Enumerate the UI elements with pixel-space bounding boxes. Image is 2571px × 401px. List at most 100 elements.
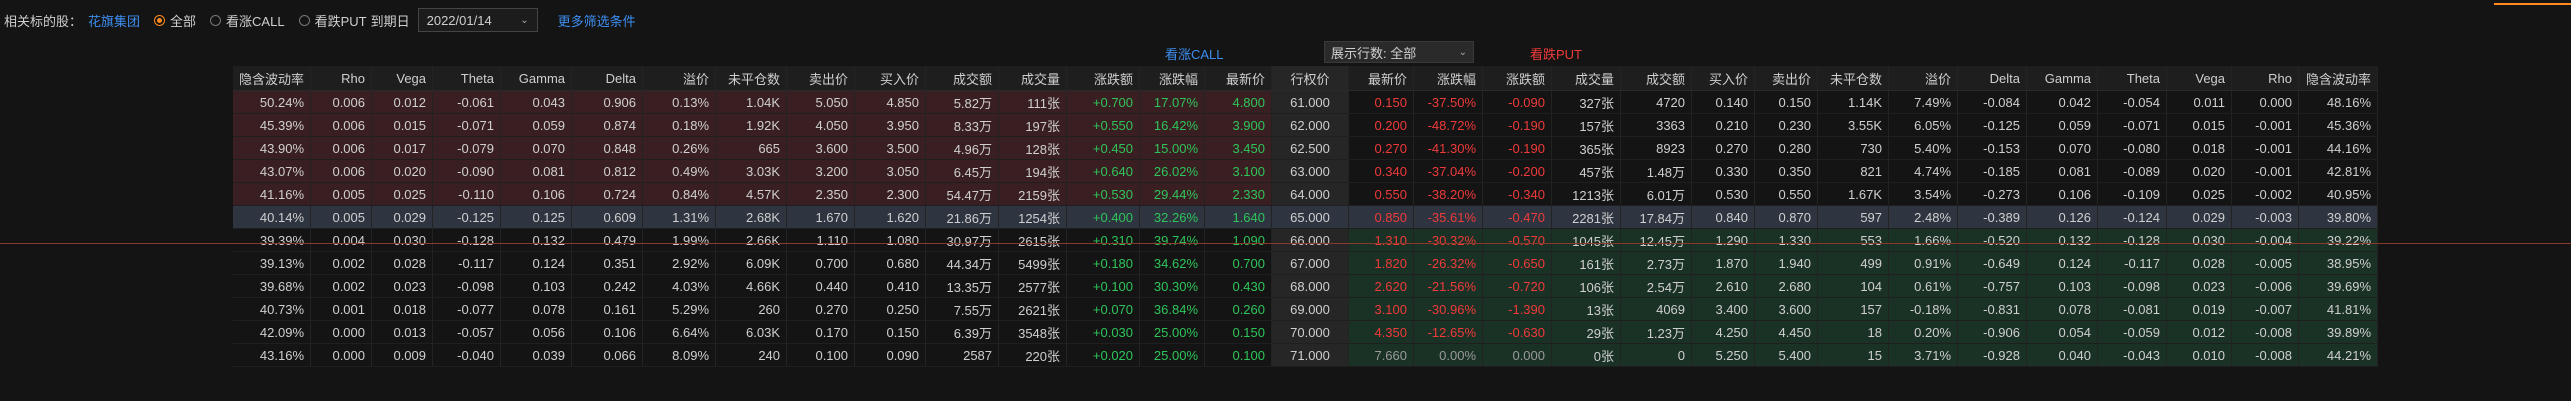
put-cell: -0.084 [1957,90,2028,114]
call-cell: -0.098 [432,274,502,298]
column-header[interactable]: 未平仓数 [1817,66,1890,91]
underlying-link[interactable]: 花旗集团 [88,11,140,30]
column-header[interactable]: 买入价 [1691,66,1756,91]
column-header[interactable]: 隐含波动率 [2298,66,2379,91]
call-cell: 3.100 [1204,159,1273,183]
column-header[interactable]: 成交量 [1551,66,1622,91]
put-cell: 0.070 [2026,136,2099,160]
put-cell: 39.69% [2298,274,2379,298]
call-cell: 32.26% [1139,205,1206,229]
put-cell: -0.906 [1957,320,2028,344]
column-header[interactable]: 涨跌额 [1066,66,1141,91]
column-header[interactable]: Delta [1957,66,2028,91]
column-header[interactable]: 涨跌额 [1482,66,1553,91]
column-header[interactable]: Gamma [2026,66,2099,91]
table-row[interactable]: 40.73% 0.001 0.018 -0.077 0.078 0.161 5.29% 260… [233,297,2379,321]
column-header[interactable]: 买入价 [854,66,927,91]
put-cell: 0.550 [1348,182,1415,206]
column-header[interactable]: Rho [2231,66,2300,91]
column-header[interactable]: 卖出价 [786,66,856,91]
call-cell: 0.028 [371,251,434,275]
call-cell: 0.161 [571,297,644,321]
table-row[interactable]: 39.13% 0.002 0.028 -0.117 0.124 0.351 2.92% 6.0… [233,251,2379,275]
column-header[interactable]: Theta [432,66,502,91]
put-cell: -0.090 [1482,90,1553,114]
column-header[interactable]: Vega [2166,66,2233,91]
call-cell: 42.09% [233,320,312,344]
call-cell: 39.68% [233,274,312,298]
call-cell: 0.125 [500,205,573,229]
column-header[interactable]: 成交额 [1620,66,1693,91]
put-cell: 0.91% [1888,251,1959,275]
put-cell: 2281张 [1551,205,1622,229]
put-cell: -0.190 [1482,136,1553,160]
column-header[interactable]: 溢价 [1888,66,1959,91]
table-row[interactable]: 43.90% 0.006 0.017 -0.079 0.070 0.848 0.26% 665… [233,136,2379,160]
put-cell: -0.273 [1957,182,2028,206]
call-cell: 0.002 [310,251,373,275]
more-filters-link[interactable]: 更多筛选条件 [558,11,636,30]
call-cell: -0.117 [432,251,502,275]
call-cell: 0.001 [310,297,373,321]
put-cell: 1.870 [1691,251,1756,275]
table-row[interactable]: 41.16% 0.005 0.025 -0.110 0.106 0.724 0.84% 4.5… [233,182,2379,206]
call-cell: -0.071 [432,113,502,137]
column-header[interactable]: 最新价 [1348,66,1415,91]
table-row[interactable]: 45.39% 0.006 0.015 -0.071 0.059 0.874 0.18% 1.9… [233,113,2379,137]
radio-call[interactable]: 看涨CALL [210,11,285,30]
call-cell: 25.00% [1139,343,1206,367]
column-header[interactable]: 涨跌幅 [1413,66,1484,91]
call-cell: 0.124 [500,251,573,275]
call-cell: 2587 [925,343,1000,367]
table-row[interactable]: 43.16% 0.000 0.009 -0.040 0.039 0.066 8.09% 240… [233,343,2379,367]
put-cell: 0.126 [2026,205,2099,229]
call-cell: 4.050 [786,113,856,137]
put-cell: 0.042 [2026,90,2099,114]
radio-put[interactable]: 看跌PUT [298,11,367,30]
call-cell: 5499张 [998,251,1068,275]
call-cell: 0.874 [571,113,644,137]
table-row[interactable]: 40.14% 0.005 0.029 -0.125 0.125 0.609 1.31% 2.6… [233,205,2379,229]
call-cell: 2577张 [998,274,1068,298]
table-row[interactable]: 42.09% 0.000 0.013 -0.057 0.056 0.106 6.64% 6.0… [233,320,2379,344]
table-row[interactable]: 50.24% 0.006 0.012 -0.061 0.043 0.906 0.13% 1.0… [233,90,2379,114]
row-count-select[interactable]: 展示行数: 全部 ⌄ [1324,41,1474,63]
call-cell: 8.09% [642,343,717,367]
put-cell: -0.630 [1482,320,1553,344]
column-header[interactable]: Vega [371,66,434,91]
column-header[interactable]: 涨跌幅 [1139,66,1206,91]
column-header[interactable]: 最新价 [1204,66,1273,91]
table-row[interactable]: 39.68% 0.002 0.023 -0.098 0.103 0.242 4.03% 4.6… [233,274,2379,298]
column-header[interactable]: Theta [2097,66,2168,91]
column-header[interactable]: 成交额 [925,66,1000,91]
call-cell: 34.62% [1139,251,1206,275]
call-cell: 0.066 [571,343,644,367]
column-header[interactable]: 溢价 [642,66,717,91]
column-header[interactable]: Delta [571,66,644,91]
column-header[interactable]: 成交量 [998,66,1068,91]
put-cell: 1.330 [1754,228,1819,252]
column-header[interactable]: 隐含波动率 [233,66,312,91]
put-cell: 1.66% [1888,228,1959,252]
put-cell: -37.50% [1413,90,1484,114]
call-cell: 45.39% [233,113,312,137]
put-cell: 5.40% [1888,136,1959,160]
call-cell: 0.132 [500,228,573,252]
call-section-title: 看涨CALL [1165,47,1224,62]
call-cell: -0.128 [432,228,502,252]
column-header[interactable]: Gamma [500,66,573,91]
column-header[interactable]: 卖出价 [1754,66,1819,91]
column-header[interactable]: 行权价 [1271,66,1350,91]
column-header[interactable]: Rho [310,66,373,91]
put-cell: 2.680 [1754,274,1819,298]
radio-all[interactable]: 全部 [154,11,196,30]
table-row[interactable]: 39.39% 0.004 0.030 -0.128 0.132 0.479 1.99% 2.6… [233,228,2379,252]
call-cell: 0.020 [371,159,434,183]
column-header[interactable]: 未平仓数 [715,66,788,91]
put-cell: -30.32% [1413,228,1484,252]
put-cell: -41.30% [1413,136,1484,160]
put-cell: 39.89% [2298,320,2379,344]
call-cell: 0.100 [786,343,856,367]
table-row[interactable]: 43.07% 0.006 0.020 -0.090 0.081 0.812 0.49% 3.0… [233,159,2379,183]
expiry-select[interactable]: 2022/01/14 ⌄ [417,8,538,32]
